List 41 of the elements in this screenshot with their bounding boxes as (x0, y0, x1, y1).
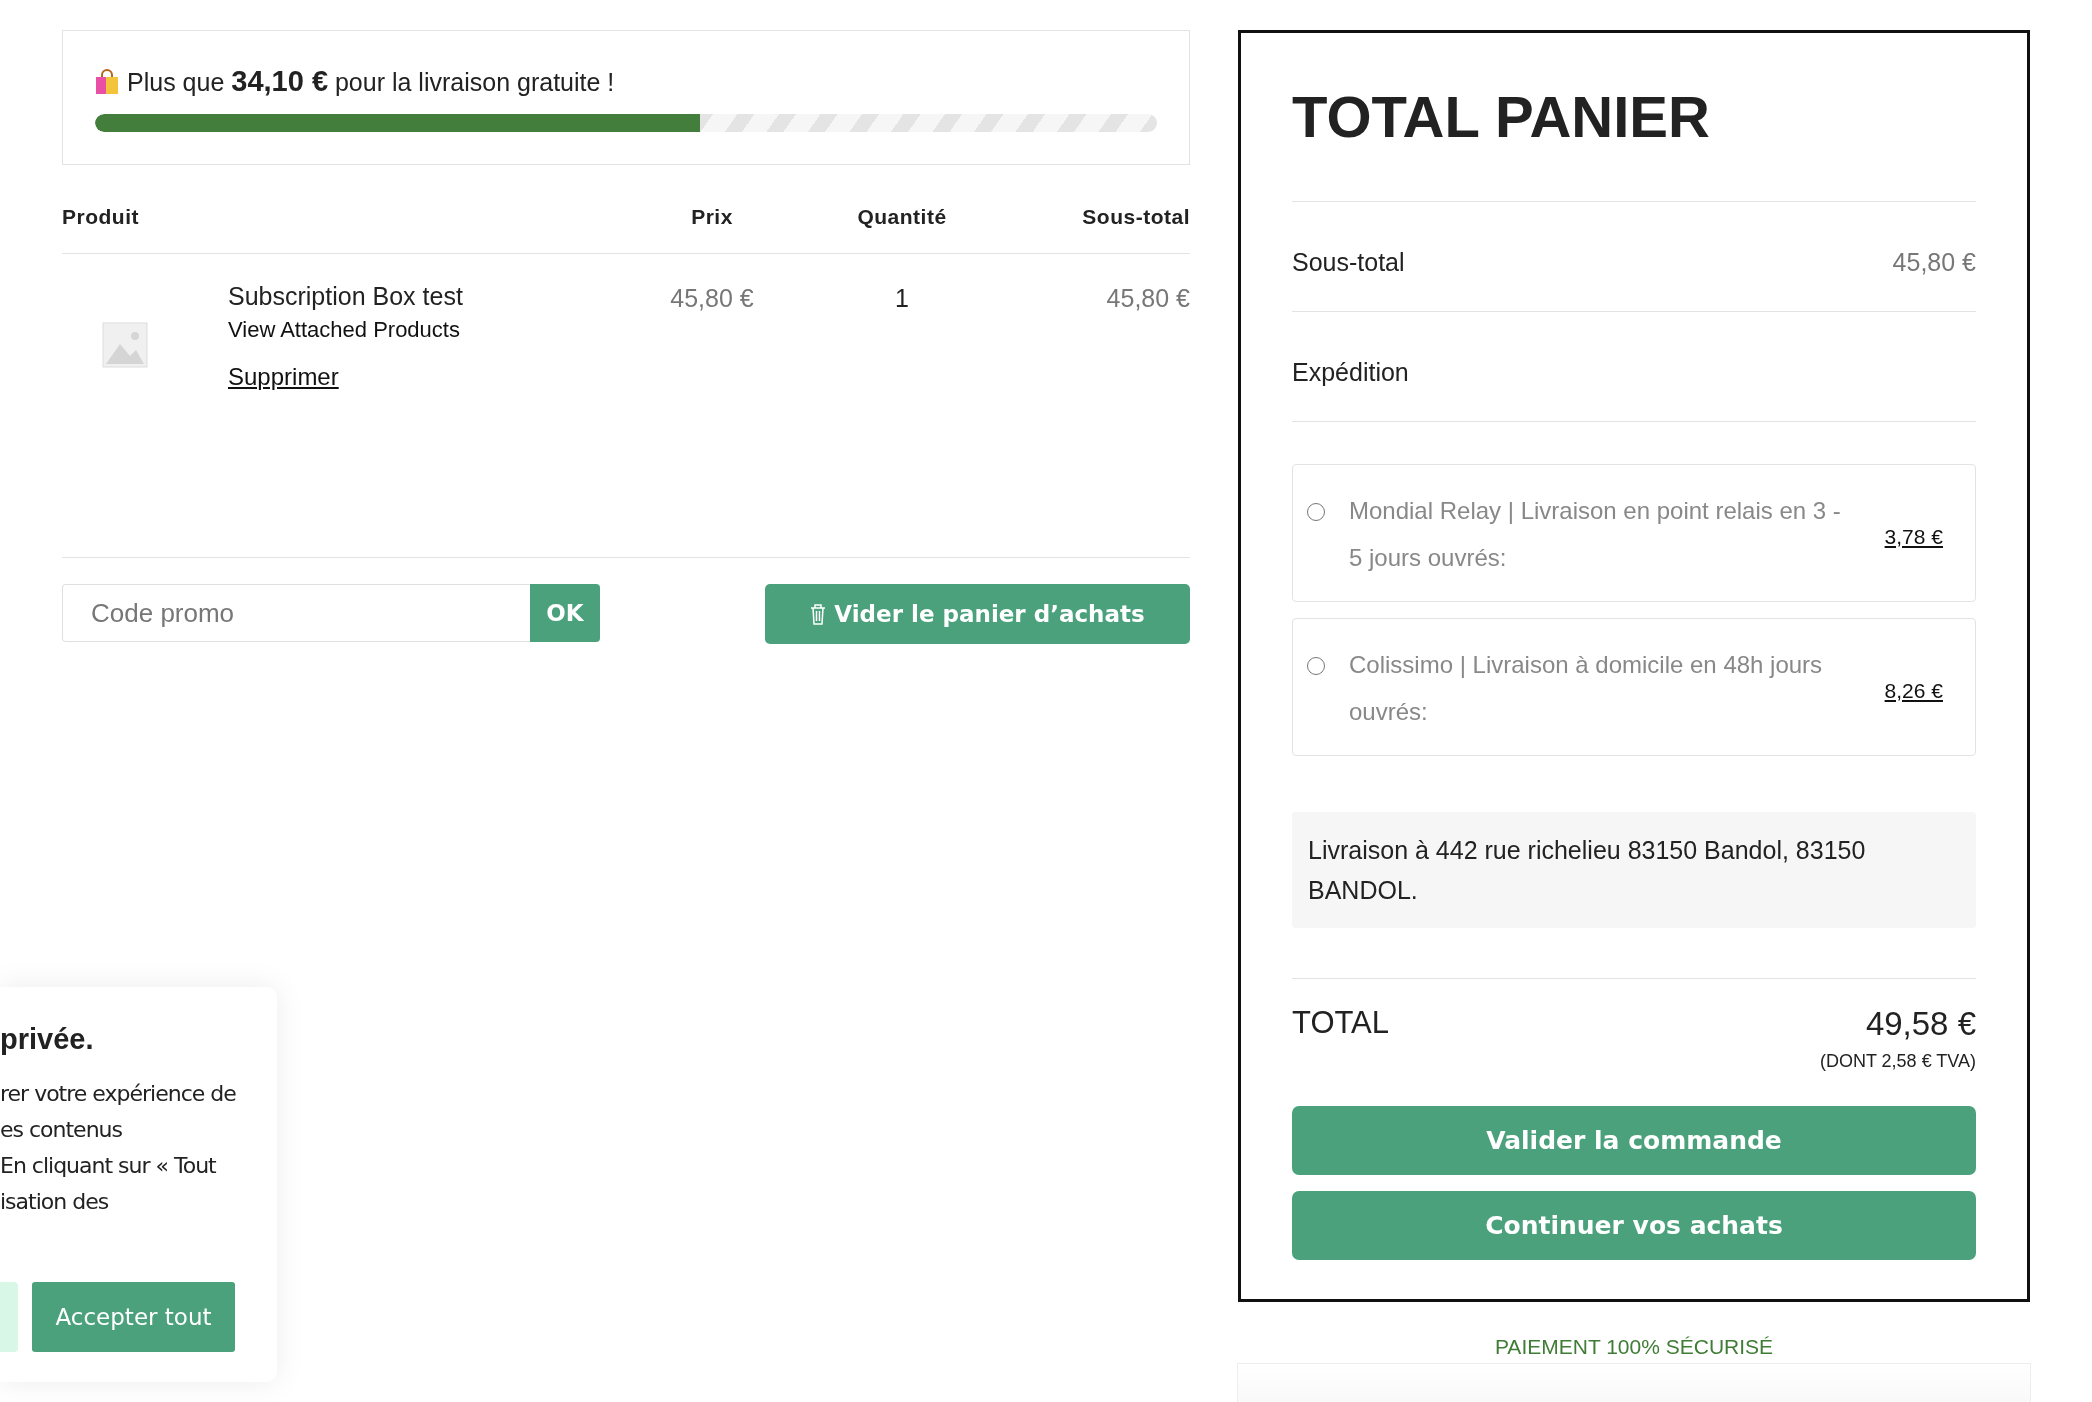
shipping-price: 3,78 € (1884, 525, 1943, 549)
price-cell: 45,80 € (670, 284, 754, 312)
promo-code-field[interactable]: Code promo (62, 584, 530, 642)
total-label: TOTAL (1292, 1005, 1390, 1042)
accept-all-button[interactable]: Accepter tout (32, 1282, 235, 1352)
remove-link[interactable]: Supprimer (228, 363, 463, 391)
free-shipping-message: Plus que 34,10 € pour la livraison gratuite ! (127, 65, 615, 98)
shipping-option[interactable]: Mondial Relay | Livraison en point relais en 3 - 5 jours ouvrés: 3,78 € (1292, 464, 1976, 602)
total-value: 49,58 € (1865, 1005, 1976, 1043)
cookie-text-line: En cliquant sur « Tout (0, 1152, 217, 1180)
image-placeholder-icon (102, 322, 148, 368)
panel-title: TOTAL PANIER (1292, 83, 1976, 202)
shipping-option[interactable]: Colissimo | Livraison à domicile en 48h jours ouvrés: 8,26 € (1292, 618, 1976, 756)
column-header: Produit (62, 165, 622, 254)
quantity-cell: 1 (895, 284, 909, 312)
product-name: Subscription Box test (228, 282, 463, 311)
cookie-text-line: rer votre expérience de (0, 1080, 237, 1108)
column-header: Prix (622, 165, 802, 254)
cookie-text-line: isation des (0, 1188, 110, 1216)
shipping-address: Livraison à 442 rue richelieu 83150 Bandol, 83150 BANDOL. (1292, 812, 1976, 928)
trash-icon (810, 603, 827, 625)
shipping-price: 8,26 € (1884, 679, 1943, 703)
subtotal-cell: 45,80 € (1106, 284, 1190, 312)
column-header: Quantité (802, 165, 1002, 254)
tax-note: (DONT 2,58 € TVA) (1819, 1051, 1976, 1072)
cookie-title: privée. (0, 1023, 95, 1056)
subtotal-label: Sous-total (1292, 248, 1405, 277)
shopping-bag-icon (95, 68, 119, 95)
attached-products-link[interactable]: View Attached Products (228, 317, 463, 343)
apply-coupon-button[interactable]: OK (530, 584, 600, 642)
radio-button[interactable] (1307, 657, 1325, 675)
column-header: Sous-total (1002, 165, 1190, 254)
shipping-option-label: Colissimo | Livraison à domicile en 48h jours ouvrés: (1349, 650, 1824, 727)
empty-cart-button[interactable]: Vider le panier d’achats (765, 584, 1190, 644)
shipping-label: Expédition (1292, 358, 1409, 387)
continue-shopping-button[interactable]: Continuer vos achats (1292, 1191, 1976, 1260)
cookie-text-line: es contenus (0, 1116, 123, 1144)
checkout-button[interactable]: Valider la commande (1292, 1106, 1976, 1175)
subtotal-value: 45,80 € (1892, 248, 1976, 277)
shipping-option-label: Mondial Relay | Livraison en point relais en 3 - 5 jours ouvrés: (1349, 496, 1842, 573)
radio-button[interactable] (1307, 503, 1325, 521)
